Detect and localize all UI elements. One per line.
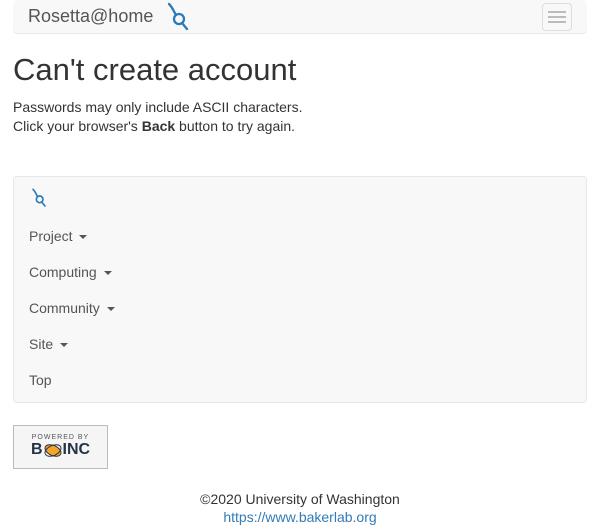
top-navbar: Rosetta@home	[13, 0, 587, 34]
main-content: Can't create account Passwords may only …	[0, 52, 600, 136]
error-message: Passwords may only include ASCII charact…	[13, 98, 587, 136]
nav-label: Community	[29, 300, 100, 316]
boinc-logo-icon: BINC	[31, 441, 90, 459]
brand[interactable]: Rosetta@home	[28, 2, 193, 32]
caret-down-icon	[104, 271, 112, 275]
hamburger-menu-button[interactable]	[542, 3, 572, 31]
powered-by-text: POWERED BY	[32, 434, 89, 441]
caret-down-icon	[107, 307, 115, 311]
footer-nav-item-computing[interactable]: Computing	[14, 254, 586, 290]
baker-lab-link-container: https://www.bakerlab.org	[0, 509, 600, 525]
error-line-2-prefix: Click your browser's	[13, 118, 142, 134]
footer-nav-item-site[interactable]: Site	[14, 326, 586, 362]
nav-label: Top	[29, 372, 52, 388]
nav-label: Project	[29, 228, 73, 244]
error-line-1: Passwords may only include ASCII charact…	[13, 99, 302, 115]
powered-by-boinc-badge[interactable]: POWERED BY BINC	[13, 425, 108, 469]
footer-logo[interactable]	[14, 187, 586, 218]
rosetta-logo-icon	[29, 187, 49, 209]
footer-nav-item-project[interactable]: Project	[14, 218, 586, 254]
brand-text: Rosetta@home	[28, 7, 153, 27]
error-line-2-suffix: button to try again.	[175, 118, 295, 134]
error-bold-word: Back	[142, 118, 175, 134]
hamburger-bar-icon	[548, 16, 566, 18]
nav-label: Site	[29, 336, 53, 352]
rosetta-logo-icon	[163, 2, 193, 32]
hamburger-bar-icon	[548, 11, 566, 13]
hamburger-bar-icon	[548, 21, 566, 23]
baker-lab-link[interactable]: https://www.bakerlab.org	[223, 509, 376, 525]
footer-nav-item-community[interactable]: Community	[14, 290, 586, 326]
footer-nav-item-top[interactable]: Top	[14, 362, 586, 398]
caret-down-icon	[79, 235, 87, 239]
footer-nav: Project Computing Community Site Top	[13, 176, 587, 403]
caret-down-icon	[60, 343, 68, 347]
copyright-text: ©2020 University of Washington	[0, 491, 600, 507]
nav-label: Computing	[29, 264, 97, 280]
page-title: Can't create account	[13, 52, 587, 88]
